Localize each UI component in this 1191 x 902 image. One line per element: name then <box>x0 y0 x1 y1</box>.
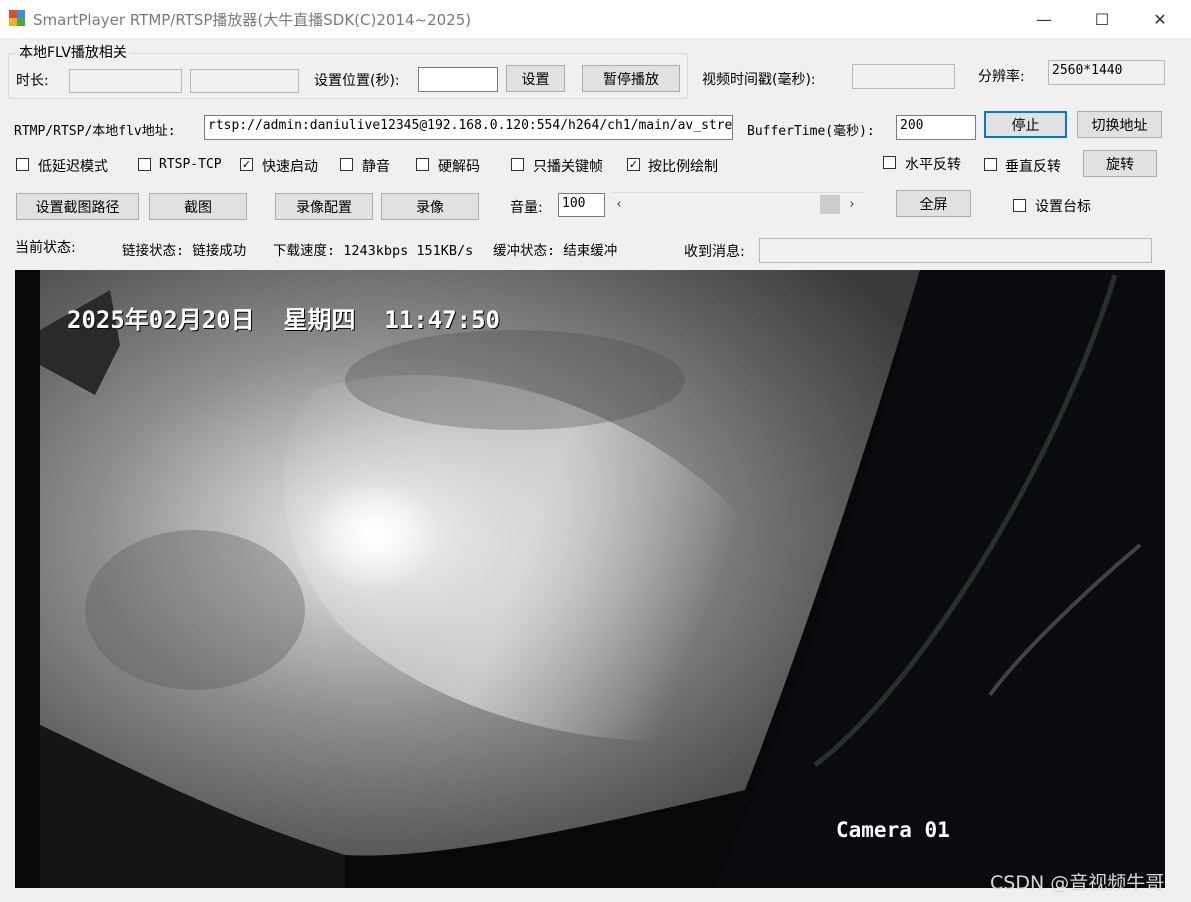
app-icon <box>9 10 25 26</box>
record-button[interactable]: 录像 <box>381 193 479 220</box>
hw-decode-label: 硬解码 <box>438 159 480 175</box>
volume-slider[interactable]: ‹ › <box>612 192 864 217</box>
v-flip-checkbox[interactable] <box>984 158 997 171</box>
rotate-button[interactable]: 旋转 <box>1083 150 1157 177</box>
seek-label: 设置位置(秒): <box>314 73 400 89</box>
switch-url-button[interactable]: 切换地址 <box>1077 111 1162 138</box>
buffer-time-label: BufferTime(毫秒): <box>747 124 875 139</box>
osd-camera-label: Camera 01 <box>836 818 950 842</box>
url-label: RTMP/RTSP/本地flv地址: <box>14 124 176 139</box>
keyframe-only-checkbox[interactable] <box>511 158 524 171</box>
keyframe-only-label: 只播关键帧 <box>533 159 603 175</box>
aspect-draw-checkbox[interactable]: ✓ <box>627 158 640 171</box>
duration-label: 时长: <box>16 73 49 89</box>
buffer-status: 缓冲状态: 结束缓冲 <box>493 243 618 259</box>
duration-field-2[interactable] <box>190 69 299 93</box>
volume-slider-thumb[interactable] <box>820 195 840 214</box>
fast-start-checkbox[interactable]: ✓ <box>240 158 253 171</box>
v-flip-label: 垂直反转 <box>1005 159 1061 175</box>
h-flip-label: 水平反转 <box>905 157 961 173</box>
volume-input[interactable]: 100 <box>558 193 605 217</box>
fast-start-label: 快速启动 <box>262 159 318 175</box>
mute-checkbox[interactable] <box>340 158 353 171</box>
h-flip-checkbox[interactable] <box>883 156 896 169</box>
chevron-left-icon[interactable]: ‹ <box>612 193 626 215</box>
duration-field-1[interactable] <box>69 69 182 93</box>
local-flv-group-title: 本地FLV播放相关 <box>16 42 130 62</box>
minimize-button[interactable]: — <box>1015 0 1073 38</box>
record-config-button[interactable]: 录像配置 <box>275 193 373 220</box>
download-speed: 下载速度: 1243kbps 151KB/s <box>273 243 474 259</box>
window-title: SmartPlayer RTMP/RTSP播放器(大牛直播SDK(C)2014~… <box>33 11 472 29</box>
maximize-button[interactable]: ☐ <box>1073 0 1131 38</box>
resolution-label: 分辨率: <box>978 69 1025 85</box>
fullscreen-button[interactable]: 全屏 <box>896 190 971 217</box>
link-status: 链接状态: 链接成功 <box>122 243 247 259</box>
timestamp-field <box>852 64 955 89</box>
seek-input[interactable] <box>418 67 498 92</box>
close-button[interactable]: ✕ <box>1131 0 1189 38</box>
snapshot-button[interactable]: 截图 <box>149 193 247 220</box>
mute-label: 静音 <box>362 159 390 175</box>
chevron-right-icon[interactable]: › <box>845 193 859 215</box>
snapshot-path-button[interactable]: 设置截图路径 <box>16 193 139 220</box>
aspect-draw-label: 按比例绘制 <box>648 159 718 175</box>
watermark-checkbox[interactable] <box>1013 199 1026 212</box>
current-status-label: 当前状态: <box>15 240 76 256</box>
check-mark-icon: ✓ <box>241 158 252 171</box>
message-field <box>759 238 1152 263</box>
check-mark-icon: ✓ <box>628 158 639 171</box>
resolution-field: 2560*1440 <box>1048 60 1165 85</box>
low-latency-label: 低延迟模式 <box>38 159 108 175</box>
video-display[interactable]: 2025年02月20日 星期四 11:47:50 Camera 01 <box>15 270 1165 888</box>
csdn-watermark: CSDN @音视频牛哥 <box>990 872 1165 894</box>
rtsp-tcp-label: RTSP-TCP <box>159 157 222 172</box>
osd-datetime: 2025年02月20日 星期四 11:47:50 <box>67 306 500 334</box>
stop-button[interactable]: 停止 <box>984 111 1067 138</box>
set-seek-button[interactable]: 设置 <box>506 65 565 92</box>
volume-label: 音量: <box>510 200 543 216</box>
message-label: 收到消息: <box>684 244 745 260</box>
url-input[interactable]: rtsp://admin:daniulive12345@192.168.0.12… <box>204 115 733 140</box>
timestamp-label: 视频时间戳(毫秒): <box>702 72 816 88</box>
low-latency-checkbox[interactable] <box>16 158 29 171</box>
video-frame <box>15 270 1165 888</box>
rtsp-tcp-checkbox[interactable] <box>138 158 151 171</box>
buffer-time-input[interactable]: 200 <box>896 115 976 140</box>
hw-decode-checkbox[interactable] <box>416 158 429 171</box>
pause-play-button[interactable]: 暂停播放 <box>582 65 680 92</box>
watermark-label: 设置台标 <box>1035 199 1091 215</box>
